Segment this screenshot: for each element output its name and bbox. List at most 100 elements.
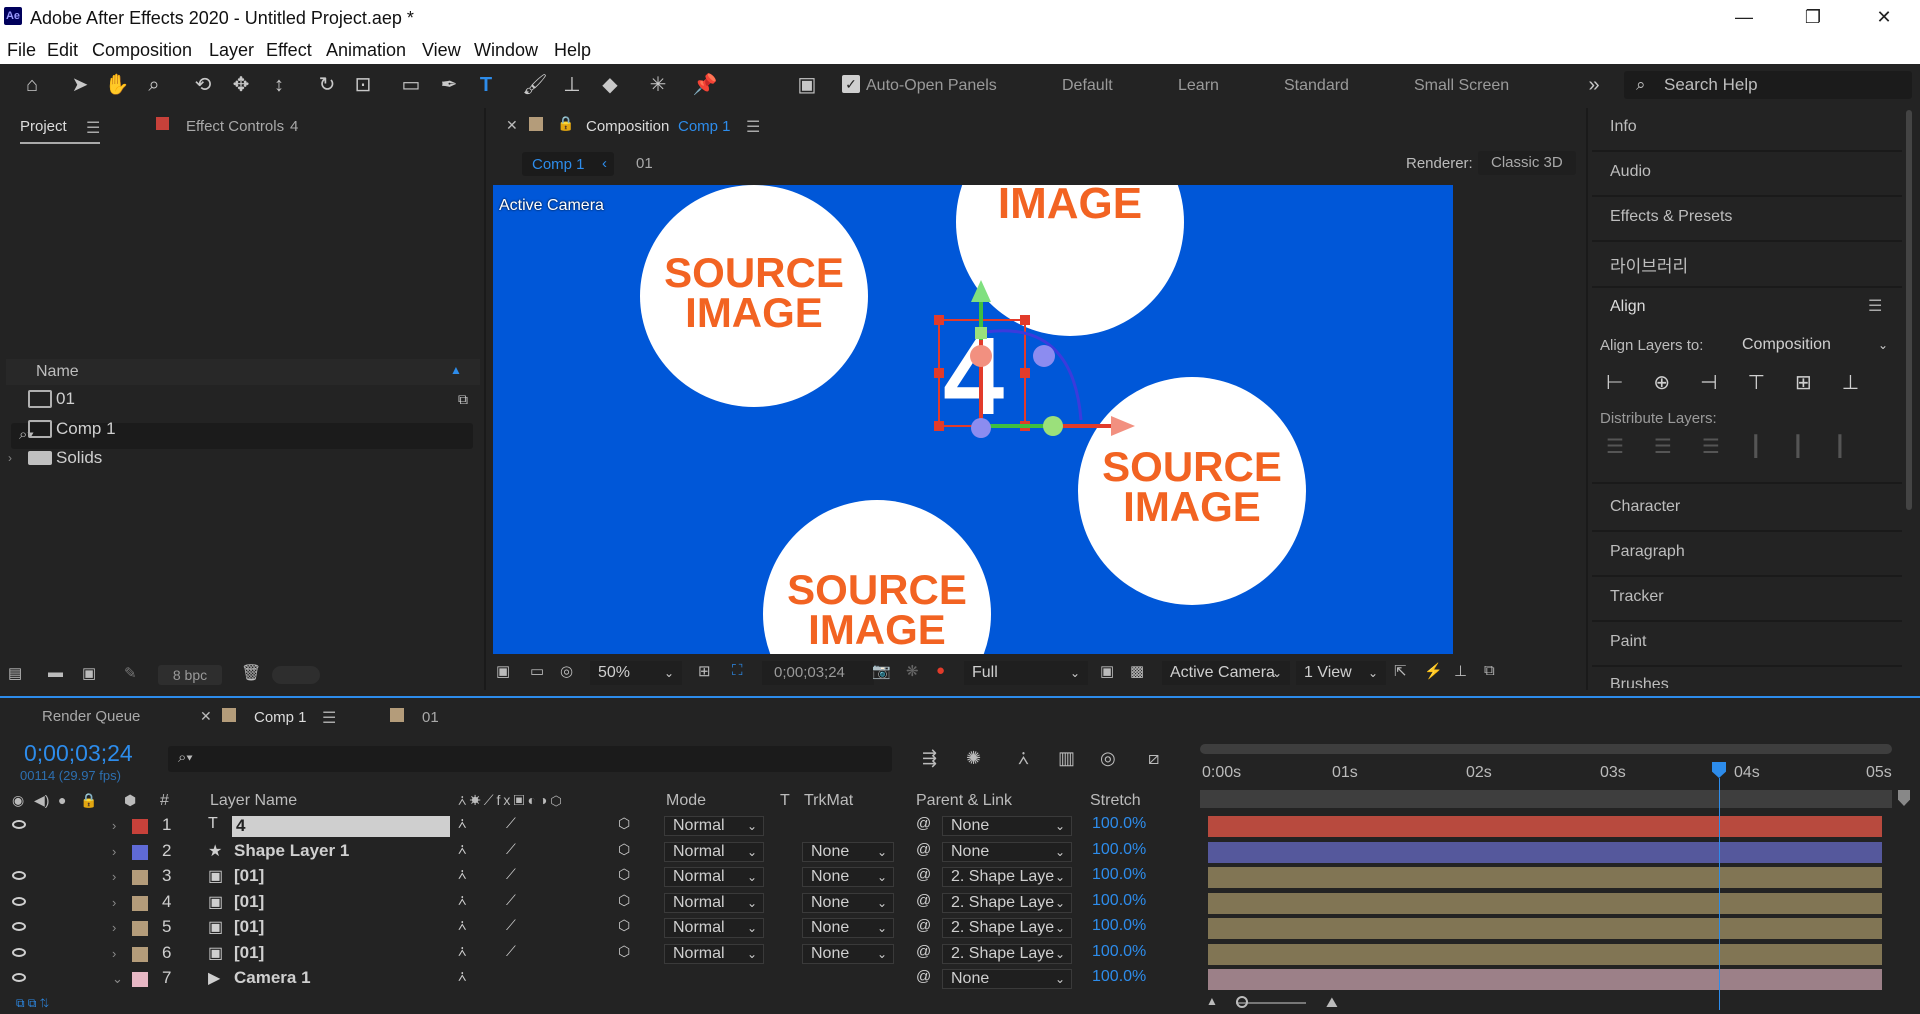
monitor-icon[interactable]: ▭ [530,662,544,680]
expand-icon[interactable]: › [112,895,116,910]
timeline-icon[interactable]: ⊥ [1454,662,1467,680]
graph-editor-icon[interactable]: ⧄ [1148,748,1159,769]
pick-whip-icon[interactable]: @ [916,866,931,883]
panel-info[interactable]: Info [1610,118,1637,136]
tab-comp1[interactable]: Comp 1 [254,709,307,726]
stretch-value[interactable]: 100.0% [1092,866,1146,884]
work-area-bar[interactable] [1200,744,1892,754]
mode-select[interactable]: Normal ⌄ [664,943,764,964]
renderer-button[interactable]: Classic 3D [1478,151,1576,175]
region-of-interest-icon[interactable]: ▣ [1100,662,1114,680]
mode-select[interactable]: Normal ⌄ [664,867,764,887]
menu-layer[interactable]: Layer [209,40,254,61]
layer-duration-bar[interactable] [1208,943,1882,965]
lock-icon[interactable]: 🔒 [80,792,97,809]
project-menu-icon[interactable]: ☰ [86,118,100,138]
channel-icon[interactable]: ● [936,662,945,679]
shy-switch-icon[interactable]: ⩑ [458,892,467,909]
more-workspaces-icon[interactable]: » [1581,72,1607,98]
timeline-timecode[interactable]: 0;00;03;24 [24,740,133,767]
layer-label-color[interactable] [132,819,148,834]
close-icon[interactable]: ✕ [200,708,212,725]
bpc-button[interactable]: 8 bpc [158,665,222,685]
expand-icon[interactable]: › [8,445,12,471]
stretch-value[interactable]: 100.0% [1092,892,1146,910]
breadcrumb-01[interactable]: 01 [636,155,653,172]
layer-duration-bar[interactable] [1208,867,1882,888]
project-settings-icon[interactable]: ✎ [124,664,137,682]
breadcrumb-comp1[interactable]: Comp 1 [532,156,585,173]
trkmat-select[interactable]: None ⌄ [802,943,894,964]
eraser-tool-icon[interactable]: ◆ [597,72,623,98]
timeline-search-input[interactable]: ⌕▾ [168,746,892,772]
eye-icon[interactable] [12,922,26,931]
expand-icon[interactable]: › [112,844,116,859]
zoom-in-icon[interactable]: ⛰ [1326,994,1338,1011]
parent-select[interactable]: None ⌄ [942,816,1072,836]
pick-whip-icon[interactable]: @ [916,892,931,909]
layer-label-color[interactable] [132,972,148,987]
layer-label-color[interactable] [132,870,148,885]
shy-switch-icon[interactable]: ⩑ [458,917,467,934]
panel-align-title[interactable]: Align [1610,298,1646,316]
quality-switch-icon[interactable]: ⟋ [506,943,516,960]
layer-label-color[interactable] [132,921,148,936]
rotation-tool-icon[interactable]: ↻ [314,72,340,98]
align-buttons[interactable]: ⊢⊕⊣⊤⊞⊥ [1606,370,1889,395]
layer-name[interactable]: Shape Layer 1 [234,841,349,861]
flowchart-icon[interactable]: ⧉ [458,386,468,412]
auto-open-checkbox[interactable]: ✓ [842,75,860,93]
home-icon[interactable]: ⌂ [19,72,45,98]
thumbnail-toggle[interactable] [272,666,320,684]
workspace-small-screen[interactable]: Small Screen [1414,77,1509,95]
pick-whip-icon[interactable]: @ [916,815,931,832]
eye-icon[interactable] [12,871,26,880]
pan-behind-icon[interactable]: ⊡ [350,72,376,98]
expand-icon[interactable]: ⌄ [112,971,123,987]
expand-icon[interactable]: › [112,920,116,935]
pick-whip-icon[interactable]: @ [916,943,931,960]
show-snapshot-icon[interactable]: ❋ [906,662,919,680]
mode-select[interactable]: Normal ⌄ [664,892,764,913]
pick-whip-icon[interactable]: @ [916,968,931,985]
panel-libraries[interactable]: 라이브러리 [1610,252,1688,277]
panel-brushes[interactable]: Brushes [1610,676,1669,688]
stretch-value[interactable]: 100.0% [1092,968,1146,986]
trkmat-select[interactable]: None ⌄ [802,841,894,862]
resolution-icon[interactable]: ⊞ [698,662,711,680]
always-preview-icon[interactable]: ▣ [496,662,510,680]
parent-select[interactable]: 2. Shape Laye ⌄ [942,867,1072,887]
camera-view-select[interactable]: Active Camera ⌄ [1162,661,1290,685]
distribute-buttons[interactable]: ☰☰☰┃┃┃ [1606,434,1876,459]
panel-character[interactable]: Character [1610,498,1680,516]
zoom-select[interactable]: 50% ⌄ [590,661,682,685]
layer-duration-bar[interactable] [1208,918,1882,939]
expand-icon[interactable]: › [112,818,116,833]
workspace-learn[interactable]: Learn [1178,77,1219,95]
shy-switch-icon[interactable]: ⩑ [458,815,467,832]
parent-select[interactable]: 2. Shape Laye ⌄ [942,918,1072,938]
comp-viewer[interactable]: Active Camera IMAGE SOURCE IMAGE SOURCE IM… [493,185,1453,654]
snapshot-icon[interactable]: 📷 [872,662,891,680]
layer-name[interactable]: [01] [234,917,264,937]
puppet-pin-icon[interactable]: 📌 [692,72,718,98]
layer-label-color[interactable] [132,895,148,911]
parent-select[interactable]: 2. Shape Laye ⌄ [942,892,1072,913]
current-time-field[interactable]: 0;00;03;24 [762,661,874,685]
3d-layer-icon[interactable]: ⬡ [618,943,630,960]
comp-menu-icon[interactable]: ☰ [746,117,760,137]
zoom-tool-icon[interactable]: ⌕ [141,72,167,98]
eye-icon[interactable]: ◉ [12,792,24,809]
type-tool-icon[interactable]: T [473,72,499,98]
panel-paint[interactable]: Paint [1610,633,1646,651]
fast-preview-icon[interactable]: ⚡ [1424,662,1443,680]
pick-whip-icon[interactable]: @ [916,841,931,858]
project-item[interactable]: Comp 1 [6,416,466,442]
layer-duration-bar[interactable] [1208,892,1882,914]
3d-layer-icon[interactable]: ⬡ [618,841,630,858]
parent-select[interactable]: None ⌄ [942,841,1072,862]
transform-gizmo[interactable]: 4 [913,270,1173,490]
layer-name-field[interactable]: 4 [232,816,450,837]
quality-switch-icon[interactable]: ⟋ [506,917,516,934]
menu-file[interactable]: File [7,40,36,61]
